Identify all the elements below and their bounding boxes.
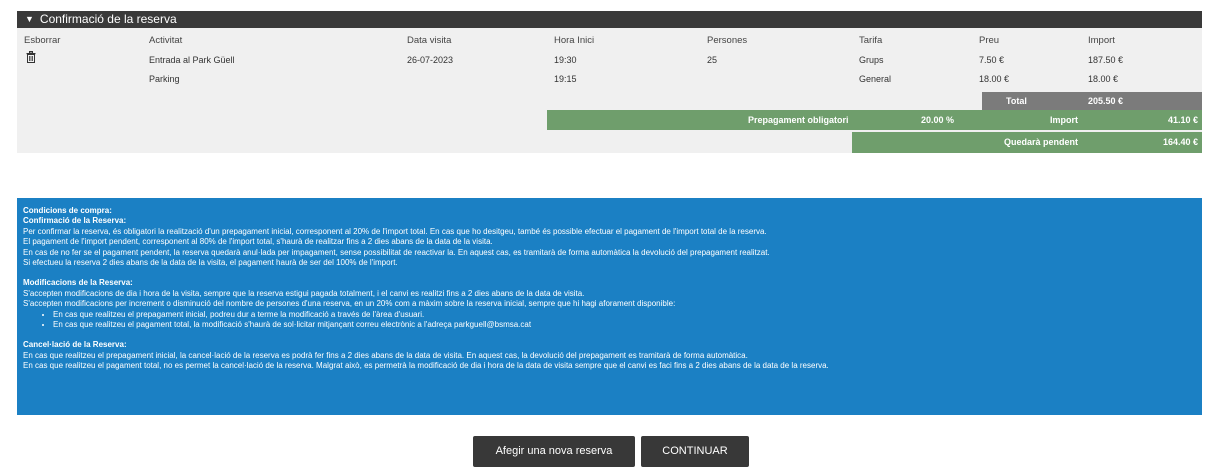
reservation-panel-header[interactable]: ▼ Confirmació de la reserva xyxy=(17,11,1202,28)
col-header-delete: Esborrar xyxy=(24,35,61,46)
modifications-line: S'accepten modificacions per increment o… xyxy=(23,299,676,309)
cancellation-line: En cas que realitzeu el prepagament inic… xyxy=(23,350,748,360)
col-header-activity: Activitat xyxy=(149,35,183,46)
row1-people: 25 xyxy=(707,55,718,65)
prepayment-label: Prepagament obligatori xyxy=(748,115,849,125)
row2-amount: 18.00 € xyxy=(1088,74,1119,84)
row1-price: 7.50 € xyxy=(979,55,1005,65)
confirmation-line: Per confirmar la reserva, és obligatori … xyxy=(23,226,767,236)
modifications-list: En cas que realitzeu el prepagament inic… xyxy=(23,310,1196,331)
total-bar: Total 205.50 € xyxy=(982,92,1202,110)
confirmation-line: El pagament de l'import pendent, corresp… xyxy=(23,237,493,247)
conditions-title: Condicions de compra: xyxy=(23,206,112,215)
col-header-time: Hora Inici xyxy=(554,35,595,46)
row1-date: 26-07-2023 xyxy=(407,55,454,65)
add-reservation-button[interactable]: Afegir una nova reserva xyxy=(473,436,635,467)
col-header-people: Persones xyxy=(707,35,748,46)
row1-time: 19:30 xyxy=(554,55,577,65)
pending-label: Quedarà pendent xyxy=(1004,137,1079,147)
col-header-price: Preu xyxy=(979,35,1000,46)
prepayment-bar: Prepagament obligatori 20.00 % Import 41… xyxy=(547,110,1202,130)
total-value: 205.50 € xyxy=(1088,96,1124,106)
col-header-date: Data visita xyxy=(407,35,452,46)
modifications-line: S'accepten modificacions de dia i hora d… xyxy=(23,288,585,298)
row2-activity: Parking xyxy=(149,74,180,84)
import-label: Import xyxy=(1050,115,1078,125)
confirmation-heading: Confirmació de la Reserva: xyxy=(23,216,127,226)
row1-amount: 187.50 € xyxy=(1088,55,1124,65)
col-header-amount: Import xyxy=(1088,35,1115,46)
row2-time: 19:15 xyxy=(554,74,577,84)
purchase-conditions: Condicions de compra: Confirmació de la … xyxy=(17,198,1202,415)
modifications-bullet: En cas que realitzeu el pagament total, … xyxy=(53,320,1196,330)
cancellation-line: En cas que realitzeu el pagament total, … xyxy=(23,361,829,371)
modifications-bullet: En cas que realitzeu el prepagament inic… xyxy=(53,310,1196,320)
row1-tariff: Grups xyxy=(859,55,884,65)
row2-tariff: General xyxy=(859,74,892,84)
panel-title: Confirmació de la reserva xyxy=(39,12,177,26)
confirmation-line: Si efectueu la reserva 2 dies abans de l… xyxy=(23,258,398,268)
prepayment-percent: 20.00 % xyxy=(921,115,955,125)
continue-button[interactable]: CONTINUAR xyxy=(641,436,749,467)
pending-value: 164.40 € xyxy=(1162,137,1198,147)
trash-icon[interactable] xyxy=(26,51,36,63)
cancellation-heading: Cancel·lació de la Reserva: xyxy=(23,340,127,350)
col-header-tariff: Tarifa xyxy=(859,35,883,46)
import-value: 41.10 € xyxy=(1167,115,1198,125)
collapse-triangle-icon[interactable]: ▼ xyxy=(25,11,34,28)
row2-price: 18.00 € xyxy=(979,74,1010,84)
modifications-heading: Modificacions de la Reserva: xyxy=(23,278,133,288)
pending-bar: Quedarà pendent 164.40 € xyxy=(852,132,1202,153)
total-label: Total xyxy=(1006,96,1027,106)
confirmation-line: En cas de no fer se el pagament pendent,… xyxy=(23,247,770,257)
row1-activity: Entrada al Park Güell xyxy=(149,55,235,65)
